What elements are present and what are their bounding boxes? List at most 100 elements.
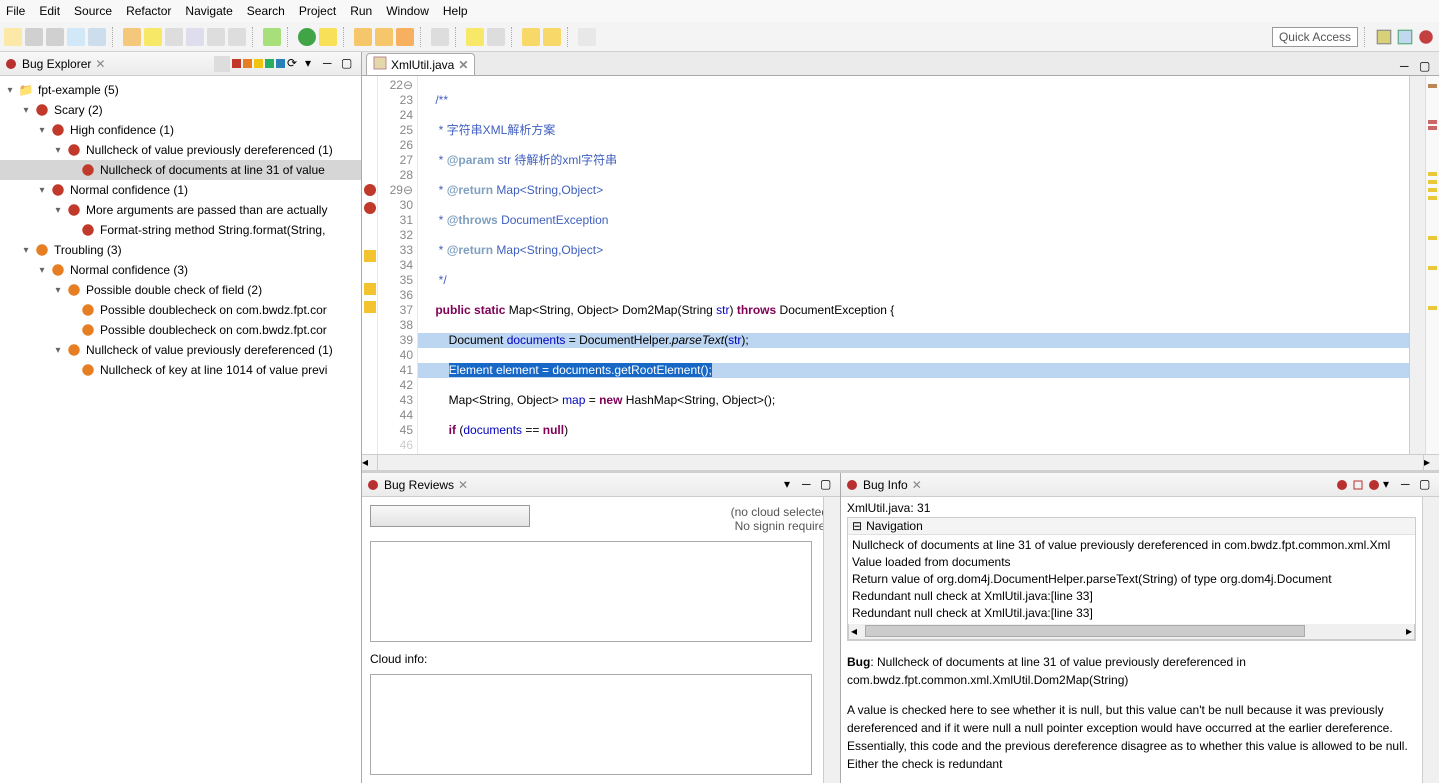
open-perspective-icon[interactable] [1375, 28, 1393, 46]
warning-marker-icon[interactable] [364, 250, 376, 262]
main-menubar[interactable]: File Edit Source Refactor Navigate Searc… [0, 0, 1439, 22]
marker-column[interactable] [362, 76, 378, 454]
tree-scary-normal-more[interactable]: ▾More arguments are passed than are actu… [0, 200, 361, 220]
maximize-icon[interactable]: ▢ [341, 56, 357, 72]
filter-icon[interactable] [214, 56, 230, 72]
minimize-icon[interactable]: ─ [1401, 477, 1417, 493]
new-package-icon[interactable] [354, 28, 372, 46]
pin-icon[interactable] [578, 28, 596, 46]
search-icon[interactable] [431, 28, 449, 46]
save-all-icon[interactable] [46, 28, 64, 46]
tree-troubling-null[interactable]: ▾Nullcheck of value previously dereferen… [0, 340, 361, 360]
tree-scary[interactable]: ▾Scary (2) [0, 100, 361, 120]
tree-troubling[interactable]: ▾Troubling (3) [0, 240, 361, 260]
save-icon[interactable] [25, 28, 43, 46]
tree-dbl1[interactable]: Possible doublecheck on com.bwdz.fpt.cor [0, 300, 361, 320]
nav-item[interactable]: Return value of org.dom4j.DocumentHelper… [852, 571, 1411, 588]
annotate-icon[interactable] [487, 28, 505, 46]
build-icon[interactable] [88, 28, 106, 46]
menu-project[interactable]: Project [299, 4, 336, 18]
view-menu-icon[interactable]: ▾ [305, 56, 321, 72]
back-icon[interactable] [522, 28, 540, 46]
view-menu-icon[interactable]: ▾ [1383, 477, 1399, 493]
tree-scary-high[interactable]: ▾High confidence (1) [0, 120, 361, 140]
menu-window[interactable]: Window [386, 4, 429, 18]
close-icon[interactable]: ✕ [95, 57, 105, 71]
debug-icon[interactable] [263, 28, 281, 46]
run-icon[interactable] [298, 28, 316, 46]
wand-icon[interactable] [123, 28, 141, 46]
open-type-icon[interactable] [396, 28, 414, 46]
task-icon[interactable] [466, 28, 484, 46]
run-last-icon[interactable] [319, 28, 337, 46]
bug-marker-icon[interactable] [364, 202, 376, 214]
editor-scrollbar-horizontal[interactable]: ◂▸ [362, 454, 1439, 470]
tree-format-bug[interactable]: Format-string method String.format(Strin… [0, 220, 361, 240]
bug-action-icon[interactable] [1335, 478, 1349, 492]
menu-help[interactable]: Help [443, 4, 468, 18]
bug-copy-icon[interactable] [1351, 478, 1365, 492]
menu-file[interactable]: File [6, 4, 25, 18]
review-status-dropdown[interactable] [370, 505, 530, 527]
tab-close-icon[interactable]: ✕ [458, 58, 468, 72]
tree-troubling-dbl[interactable]: ▾Possible double check of field (2) [0, 280, 361, 300]
tree-dbl2[interactable]: Possible doublecheck on com.bwdz.fpt.cor [0, 320, 361, 340]
editor-maximize-icon[interactable]: ▢ [1419, 59, 1435, 75]
block-icon[interactable] [186, 28, 204, 46]
new-class-icon[interactable] [375, 28, 393, 46]
priority-yellow-icon[interactable] [254, 59, 263, 68]
menu-refactor[interactable]: Refactor [126, 4, 171, 18]
editor-minimize-icon[interactable]: ─ [1400, 59, 1416, 75]
toggle-icon[interactable] [165, 28, 183, 46]
priority-blue-icon[interactable] [276, 59, 285, 68]
line-number-gutter[interactable]: 22⊖23242526272829⊖3031323334353637383940… [378, 76, 418, 454]
editor-tab[interactable]: XmlUtil.java ✕ [366, 53, 475, 75]
menu-edit[interactable]: Edit [39, 4, 60, 18]
nav-scrollbar-horizontal[interactable]: ◂▸ [848, 624, 1415, 640]
refresh-icon[interactable]: ⟳ [287, 56, 303, 72]
forward-icon[interactable] [543, 28, 561, 46]
menu-navigate[interactable]: Navigate [185, 4, 232, 18]
findbugs-perspective-icon[interactable] [1417, 28, 1435, 46]
priority-orange-icon[interactable] [243, 59, 252, 68]
menu-search[interactable]: Search [247, 4, 285, 18]
priority-red-icon[interactable] [232, 59, 241, 68]
close-icon[interactable]: ✕ [912, 478, 922, 492]
pilcrow-icon[interactable] [228, 28, 246, 46]
priority-green-icon[interactable] [265, 59, 274, 68]
tree-scary-high-null[interactable]: ▾Nullcheck of value previously dereferen… [0, 140, 361, 160]
collapse-icon[interactable]: ⊟ [852, 519, 862, 533]
nav-item[interactable]: Redundant null check at XmlUtil.java:[li… [852, 605, 1411, 622]
maximize-icon[interactable]: ▢ [1419, 477, 1435, 493]
review-comment-input[interactable] [370, 541, 812, 642]
cloud-info-textarea[interactable] [370, 674, 812, 775]
minimize-icon[interactable]: ─ [323, 56, 339, 72]
mark-icon[interactable] [207, 28, 225, 46]
view-menu-icon[interactable]: ▾ [784, 477, 800, 493]
print-icon[interactable] [67, 28, 85, 46]
bug-tree[interactable]: ▾📁fpt-example (5) ▾Scary (2) ▾High confi… [0, 76, 361, 783]
overview-ruler[interactable] [1425, 76, 1439, 454]
tree-scary-normal[interactable]: ▾Normal confidence (1) [0, 180, 361, 200]
new-icon[interactable] [4, 28, 22, 46]
menu-source[interactable]: Source [74, 4, 112, 18]
nav-item[interactable]: Redundant null check at XmlUtil.java:[li… [852, 588, 1411, 605]
menu-run[interactable]: Run [350, 4, 372, 18]
tree-null-key[interactable]: Nullcheck of key at line 1014 of value p… [0, 360, 361, 380]
code-editor[interactable]: /** * 字符串XML解析方案 * @param str 待解析的xml字符串… [418, 76, 1409, 454]
buginfo-scrollbar-vertical[interactable] [1422, 497, 1439, 783]
nav-item[interactable]: Value loaded from documents [852, 554, 1411, 571]
java-perspective-icon[interactable] [1396, 28, 1414, 46]
editor-scrollbar-vertical[interactable] [1409, 76, 1425, 454]
tree-selected-bug[interactable]: Nullcheck of documents at line 31 of val… [0, 160, 361, 180]
nav-item[interactable]: Nullcheck of documents at line 31 of val… [852, 537, 1411, 554]
warning-marker-icon[interactable] [364, 301, 376, 313]
bug-marker-icon[interactable] [364, 184, 376, 196]
reviews-scrollbar-vertical[interactable] [823, 497, 840, 783]
highlight-icon[interactable] [144, 28, 162, 46]
warning-marker-icon[interactable] [364, 283, 376, 295]
bug-filter-icon[interactable] [1367, 478, 1381, 492]
tree-root[interactable]: ▾📁fpt-example (5) [0, 80, 361, 100]
quick-access-input[interactable]: Quick Access [1272, 27, 1358, 47]
close-icon[interactable]: ✕ [458, 478, 468, 492]
